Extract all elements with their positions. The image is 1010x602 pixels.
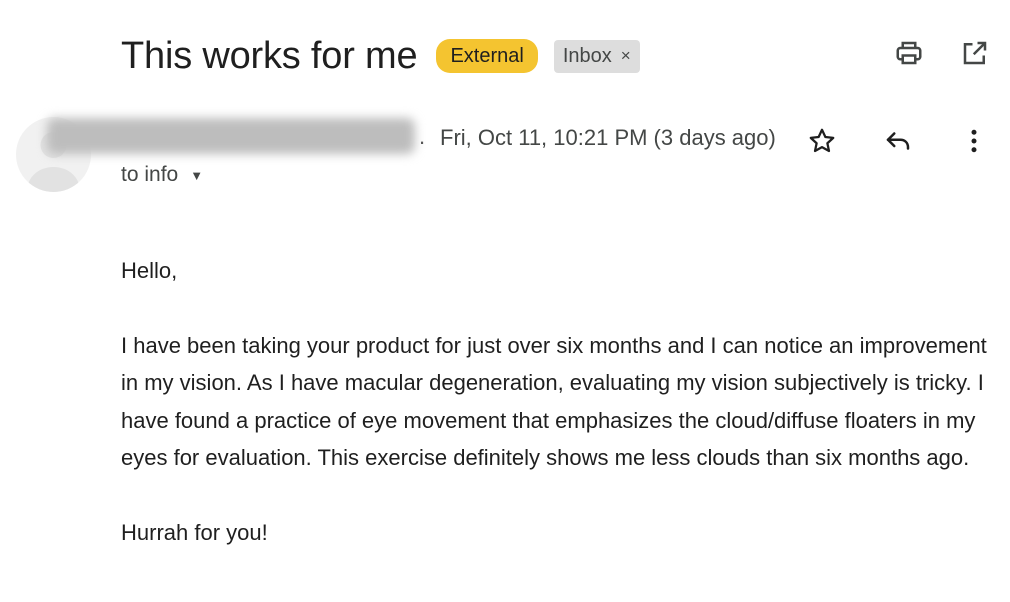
thread-actions [894, 38, 990, 68]
remove-label-icon[interactable]: × [621, 45, 631, 67]
email-greeting: Hello, [121, 258, 178, 283]
external-label-badge: External [436, 39, 538, 73]
chevron-down-icon[interactable]: ▼ [190, 168, 203, 183]
sender-name-redacted [47, 118, 415, 154]
reply-icon[interactable] [881, 124, 915, 158]
message-date: Fri, Oct 11, 10:21 PM (3 days ago) [440, 125, 776, 150]
email-subject: This works for me [121, 34, 418, 77]
recipient-details-toggle[interactable]: to info ▼ [121, 163, 203, 187]
inbox-label-text: Inbox [562, 44, 612, 67]
inbox-label-chip[interactable]: Inbox × [553, 39, 640, 73]
recipient-label: to info [121, 163, 179, 186]
email-subject-row: This works for me External Inbox × [121, 30, 640, 82]
more-vertical-icon[interactable] [957, 124, 991, 158]
email-closing: Hurrah for you! [121, 519, 268, 545]
open-in-new-window-icon[interactable] [960, 38, 990, 68]
message-actions [805, 124, 991, 158]
sender-trailing-text: . [419, 124, 426, 149]
star-icon[interactable] [805, 124, 839, 158]
print-icon[interactable] [894, 38, 924, 68]
email-paragraph: I have been taking your product for just… [121, 332, 987, 471]
email-body: Hello, I have been taking your product f… [121, 252, 991, 551]
